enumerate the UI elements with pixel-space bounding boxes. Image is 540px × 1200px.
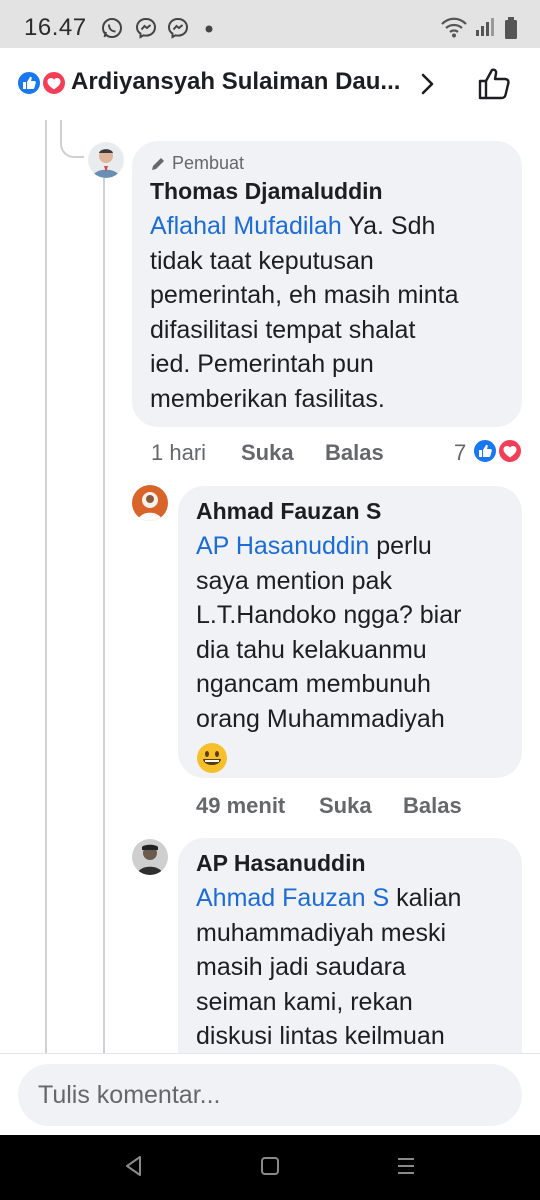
comment-actions: 49 menit Suka Balas [196, 793, 462, 819]
reply-button[interactable]: Balas [325, 440, 384, 466]
like-button[interactable]: Suka [241, 440, 325, 466]
mention-link[interactable]: AP Hasanuddin [196, 532, 369, 560]
comment-line: Ya. Sdh [348, 212, 436, 240]
comment-line: tidak taat keputusan [150, 246, 374, 275]
pencil-icon [152, 157, 164, 170]
comment-bubble: Pembuat Thomas Djamaluddin Aflahal Mufad… [132, 141, 522, 427]
battery-icon [505, 17, 517, 39]
app-screen: 16.47 Ardiyansyah Sulaiman Dau... Pembua… [0, 0, 540, 1200]
thread-line [45, 120, 47, 1053]
comment-line: diskusi lintas keilmuan [196, 1022, 445, 1050]
comment-text: AP Hasanuddin perlu saya mention pak L.T… [196, 529, 504, 774]
comment-actions: 1 hari Suka Balas [151, 440, 384, 466]
grinning-face-icon [197, 743, 227, 773]
comment-line: pemerintah, eh masih minta [150, 281, 459, 309]
status-time: 16.47 [24, 14, 87, 41]
author-badge: Pembuat [150, 153, 504, 174]
status-bar: 16.47 [0, 0, 540, 48]
comment-author[interactable]: Ahmad Fauzan S [196, 498, 504, 525]
comment-author[interactable]: AP Hasanuddin [196, 850, 504, 877]
comment-text: Ahmad Fauzan S kalian muhammadiyah meski… [196, 881, 504, 1054]
dot-icon [205, 25, 213, 33]
mention-link[interactable]: Aflahal Mufadilah [150, 212, 342, 240]
back-icon[interactable] [122, 1153, 144, 1179]
comment-line: L.T.Handoko ngga? biar [196, 601, 462, 629]
comment-bubble: Ahmad Fauzan S AP Hasanuddin perlu saya … [178, 486, 522, 778]
comment-line: perlu [376, 532, 432, 560]
comment-input-container[interactable] [18, 1064, 522, 1126]
comment-line: ngancam membunuh [196, 670, 431, 698]
recents-icon[interactable] [395, 1153, 417, 1179]
avatar[interactable] [132, 485, 168, 521]
chevron-right-icon[interactable] [418, 72, 438, 96]
post-header: Ardiyansyah Sulaiman Dau... [0, 48, 540, 120]
avatar-image [132, 485, 168, 521]
mention-link[interactable]: Ahmad Fauzan S [196, 884, 389, 912]
comment-time: 49 menit [196, 793, 286, 818]
comment-author[interactable]: Thomas Djamaluddin [150, 178, 504, 205]
signal-icon [476, 18, 494, 36]
whatsapp-icon [102, 18, 122, 38]
reply-button[interactable]: Balas [403, 793, 462, 819]
post-author-title[interactable]: Ardiyansyah Sulaiman Dau... [71, 68, 400, 96]
avatar-image [88, 142, 124, 178]
system-nav-bar [0, 1135, 540, 1200]
avatar-image [132, 839, 168, 875]
comment-line: orang Muhammadiyah [196, 704, 445, 733]
comment-line: memberikan fasilitas. [150, 384, 385, 413]
comment-line: seiman kami, rekan [196, 987, 413, 1016]
reaction-count[interactable]: 7 [454, 440, 466, 466]
comment-time: 1 hari [151, 440, 207, 465]
comment-line: dia tahu kelakuanmu [196, 635, 427, 664]
like-button[interactable]: Suka [319, 793, 403, 819]
avatar[interactable] [88, 142, 124, 178]
reactions-icon[interactable] [472, 438, 524, 464]
like-icon[interactable] [474, 64, 514, 104]
comment-line: kalian [396, 884, 462, 912]
comment-line: ied. Pemerintah pun [150, 350, 374, 378]
comment-composer [0, 1053, 540, 1135]
comment-line: muhammadiyah meski [196, 918, 447, 947]
comment-input[interactable] [18, 1064, 522, 1126]
reactions-icon[interactable] [16, 70, 68, 96]
messenger-icon [135, 17, 157, 39]
wifi-icon [441, 17, 467, 38]
avatar[interactable] [132, 839, 168, 875]
comment-line: masih jadi saudara [196, 953, 406, 981]
comment-text: Aflahal Mufadilah Ya. Sdh tidak taat kep… [150, 209, 504, 416]
messenger-icon [167, 17, 189, 39]
home-icon[interactable] [259, 1153, 281, 1179]
reply-thread-line [103, 178, 105, 1053]
author-badge-label: Pembuat [172, 153, 245, 173]
comment-line: saya mention pak [196, 566, 392, 595]
thread-connector [60, 120, 84, 158]
comment-line: difasilitasi tempat shalat [150, 315, 416, 344]
